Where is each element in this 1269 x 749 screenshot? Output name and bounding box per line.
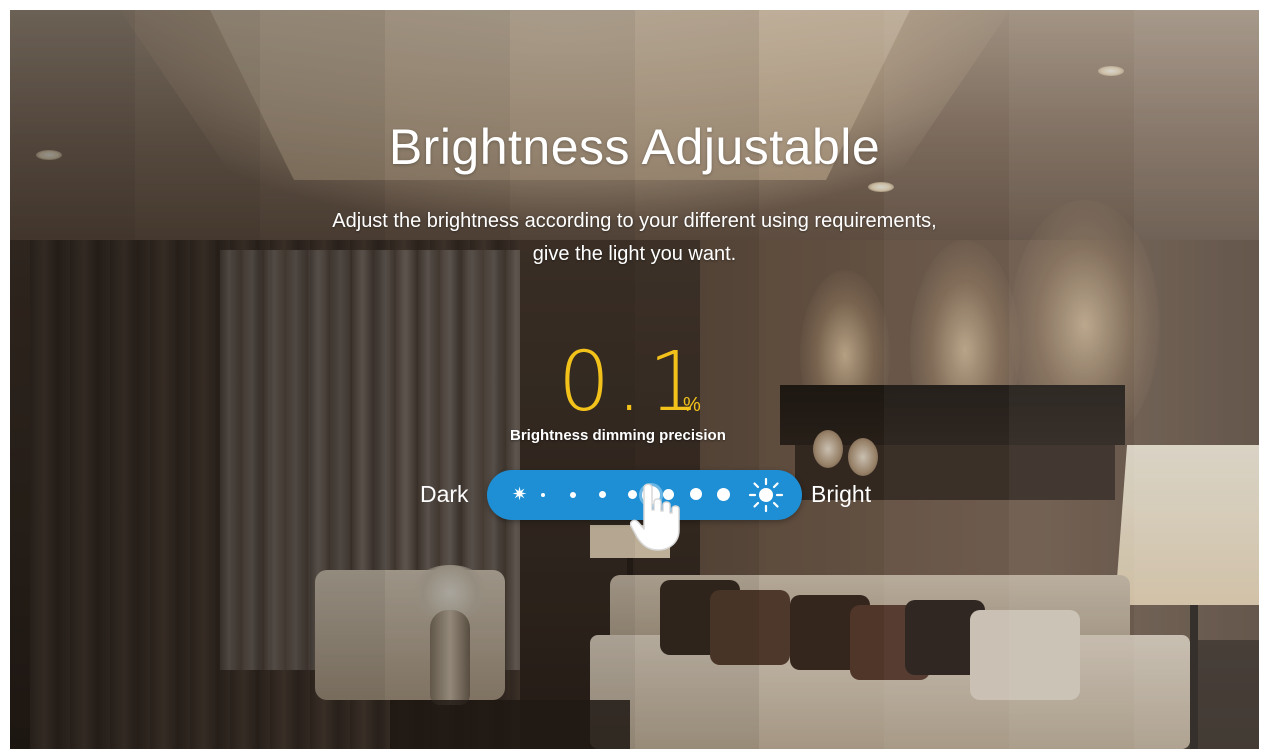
bright-label: Bright — [811, 481, 872, 507]
precision-unit: % — [683, 394, 701, 416]
dark-label: Dark — [420, 481, 469, 507]
sun-small-icon: ✷ — [512, 484, 528, 504]
subtitle-line-1: Adjust the brightness according to your … — [332, 210, 937, 232]
slider-step-2[interactable] — [570, 492, 576, 498]
pointing-hand-icon — [630, 483, 680, 551]
page-title: Brightness Adjustable — [388, 119, 881, 175]
sun-large-icon — [748, 477, 784, 513]
slider-step-8[interactable] — [717, 488, 730, 501]
subtitle: Adjust the brightness according to your … — [0, 205, 1269, 271]
slider-step-3[interactable] — [599, 491, 606, 498]
subtitle-line-2: give the light you want. — [532, 243, 737, 265]
precision-label: Brightness dimming precision — [510, 427, 726, 444]
slider-step-1[interactable] — [541, 493, 545, 497]
